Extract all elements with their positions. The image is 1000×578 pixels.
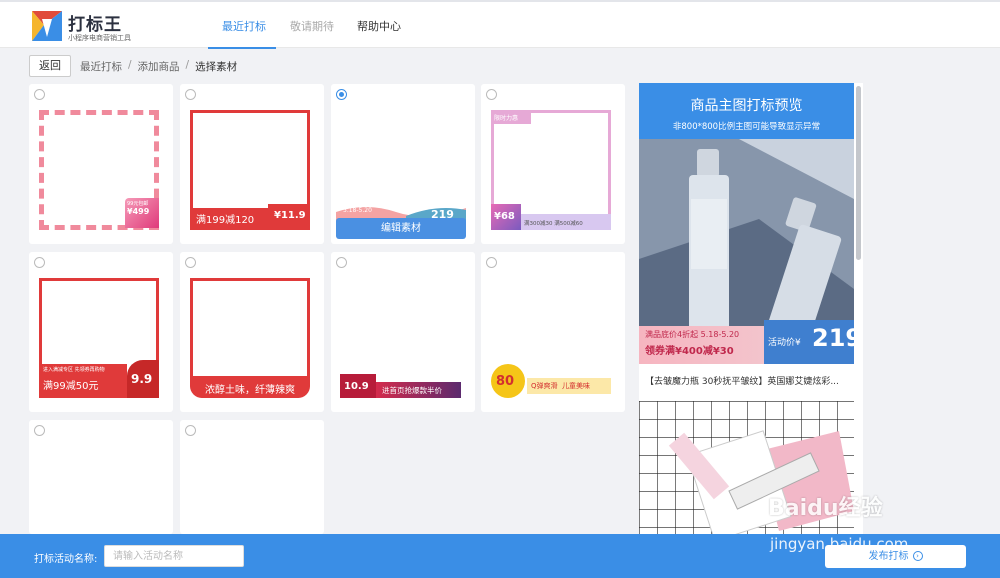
material-price-tag: 80	[491, 364, 525, 398]
edit-material-button[interactable]: 编辑素材	[336, 218, 466, 239]
material-card-8[interactable]: 80 Q弹爽滑 儿童美味	[481, 252, 625, 412]
material-slogan-tag: 浓醇土味，纤薄辣爽	[190, 376, 310, 398]
preview-scrollbar[interactable]	[856, 86, 861, 260]
material-card-4[interactable]: 限时力惠 ¥68 满300减30 满500减60	[481, 84, 625, 244]
logo-icon	[30, 9, 64, 43]
material-radio-checked[interactable]	[336, 89, 347, 100]
material-radio[interactable]	[34, 89, 45, 100]
preview-subtitle: 非800*800比例主图可能导致显示异常	[672, 122, 821, 132]
tab-coming-soon[interactable]: 敬请期待	[290, 18, 334, 34]
material-card-6[interactable]: 浓醇土味，纤薄辣爽	[180, 252, 324, 412]
material-radio[interactable]	[34, 425, 45, 436]
material-price-tag: 10.9	[340, 374, 376, 398]
material-radio[interactable]	[185, 257, 196, 268]
material-card-3[interactable]: 5.18-5.20 219 编辑素材	[331, 84, 475, 244]
active-tab-underline	[208, 47, 276, 49]
breadcrumb: 最近打标 / 添加商品 / 选择素材	[80, 59, 237, 74]
material-promo-tag: Q弹爽滑 儿童美味	[527, 378, 611, 394]
back-button[interactable]: 返回	[29, 55, 71, 77]
material-card-9[interactable]	[29, 420, 173, 534]
material-price-tag: 9.9	[127, 360, 159, 398]
material-card-10[interactable]	[180, 420, 324, 534]
activity-name-input[interactable]	[104, 545, 244, 567]
preview-coupon-tag: 满品底价4折起 5.18-5.20 领券满¥400减¥30	[639, 326, 764, 364]
breadcrumb-separator: /	[128, 59, 132, 71]
breadcrumb-separator: /	[185, 59, 190, 71]
preview-product-caption: 【去皱魔力瓶 30秒抚平皱纹】英国娜艾婕炫彩...	[645, 377, 839, 387]
preview-banner: 满品底价4折起 5.18-5.20 领券满¥400减¥30 活动价¥ 219	[639, 320, 862, 364]
material-card-7[interactable]: 10.9 进首页抢爆款半价	[331, 252, 475, 412]
material-price-tag: 99元包邮 ¥499	[125, 198, 159, 228]
brand-name: 打标王	[68, 15, 122, 35]
material-radio[interactable]	[336, 257, 347, 268]
material-promo-tag: 满199减120	[190, 208, 268, 230]
breadcrumb-item-recent[interactable]: 最近打标	[80, 59, 122, 74]
material-promo-tag: 满300减30 满500减60	[521, 214, 611, 230]
material-radio[interactable]	[486, 257, 497, 268]
preview-title: 商品主图打标预览	[690, 98, 803, 114]
material-price-tag: ¥68	[491, 204, 521, 230]
watermark-url: jingyan.baidu.com	[770, 535, 909, 553]
activity-name-label: 打标活动名称:	[34, 554, 98, 565]
material-date-tag: 5.18-5.20	[343, 207, 372, 214]
breadcrumb-item-add-product[interactable]: 添加商品	[138, 59, 180, 74]
material-price-tag: ¥11.9	[268, 204, 310, 230]
material-card-2[interactable]: 满199减120 ¥11.9	[180, 84, 324, 244]
material-radio[interactable]	[185, 89, 196, 100]
material-corner-tag: 限时力惠	[491, 110, 531, 124]
material-radio[interactable]	[486, 89, 497, 100]
breadcrumb-item-select-material: 选择素材	[195, 61, 238, 73]
material-card-5[interactable]: 进入满减专区 先领券再购物 满99减50元 9.9	[29, 252, 173, 412]
tab-recent[interactable]: 最近打标	[222, 18, 266, 34]
material-promo-tag: 进首页抢爆款半价	[376, 382, 461, 398]
brand-subtitle: 小程序电商营销工具	[68, 34, 131, 42]
material-card-1[interactable]: 99元包邮 ¥499	[29, 84, 173, 244]
tab-help[interactable]: 帮助中心	[357, 18, 401, 34]
arrow-circle-icon: ›	[912, 551, 923, 561]
preview-header: 商品主图打标预览 非800*800比例主图可能导致显示异常	[639, 83, 854, 139]
material-promo-tag: 进入满减专区 先领券再购物 满99减50元	[39, 364, 127, 398]
top-bar: 打标王 小程序电商营销工具 最近打标 敬请期待 帮助中心	[0, 0, 1000, 49]
material-radio[interactable]	[185, 425, 196, 436]
material-radio[interactable]	[34, 257, 45, 268]
preview-price-tag: 活动价¥ 219	[764, 320, 862, 364]
watermark-logo: Baidu经验	[768, 496, 883, 521]
preview-panel: 商品主图打标预览 非800*800比例主图可能导致显示异常 满品底价4折起 5.…	[639, 83, 863, 534]
